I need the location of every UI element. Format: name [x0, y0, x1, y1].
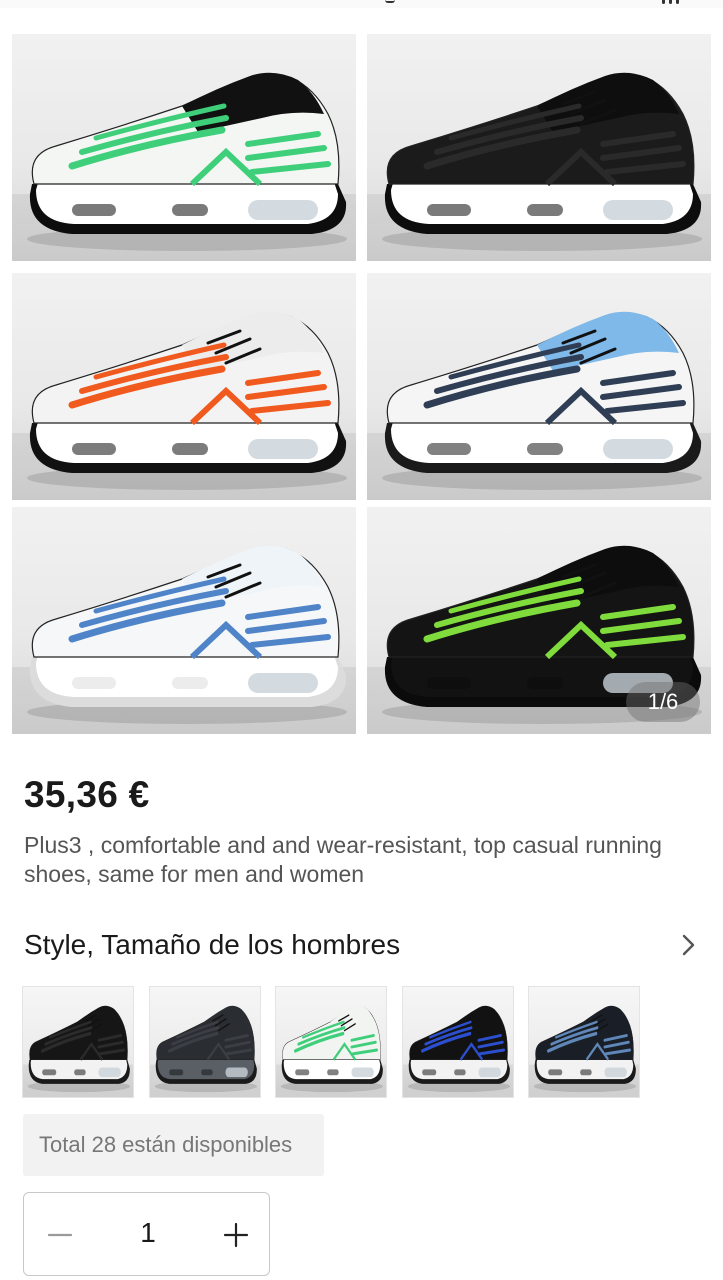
gallery-image[interactable]: [12, 34, 356, 261]
gallery-image[interactable]: [12, 507, 356, 734]
option-title: Style, Tamaño de los hombres: [24, 929, 401, 960]
product-description: Plus3 , comfortable and and wear-resista…: [24, 832, 662, 887]
quantity-stepper: 1: [23, 1192, 270, 1276]
gallery-image[interactable]: [367, 273, 711, 500]
variant-thumbnail[interactable]: [22, 986, 134, 1098]
variant-thumbnail[interactable]: [528, 986, 640, 1098]
variant-thumbnail-list: [22, 986, 662, 1098]
chevron-right-icon[interactable]: [676, 933, 700, 957]
product-price: 35,36 €: [24, 774, 150, 815]
product-image-gallery[interactable]: 1/6: [0, 0, 723, 745]
plus-icon[interactable]: [222, 1221, 250, 1249]
stock-availability: Total 28 están disponibles: [23, 1114, 324, 1176]
variant-thumbnail[interactable]: [402, 986, 514, 1098]
quantity-value[interactable]: 1: [124, 1217, 172, 1249]
image-counter: 1/6: [626, 682, 700, 722]
minus-icon[interactable]: [46, 1221, 74, 1249]
style-size-selector[interactable]: Style, Tamaño de los hombres: [24, 925, 704, 969]
variant-thumbnail[interactable]: [275, 986, 387, 1098]
variant-thumbnail[interactable]: [149, 986, 261, 1098]
gallery-image[interactable]: [367, 34, 711, 261]
gallery-image[interactable]: [12, 273, 356, 500]
